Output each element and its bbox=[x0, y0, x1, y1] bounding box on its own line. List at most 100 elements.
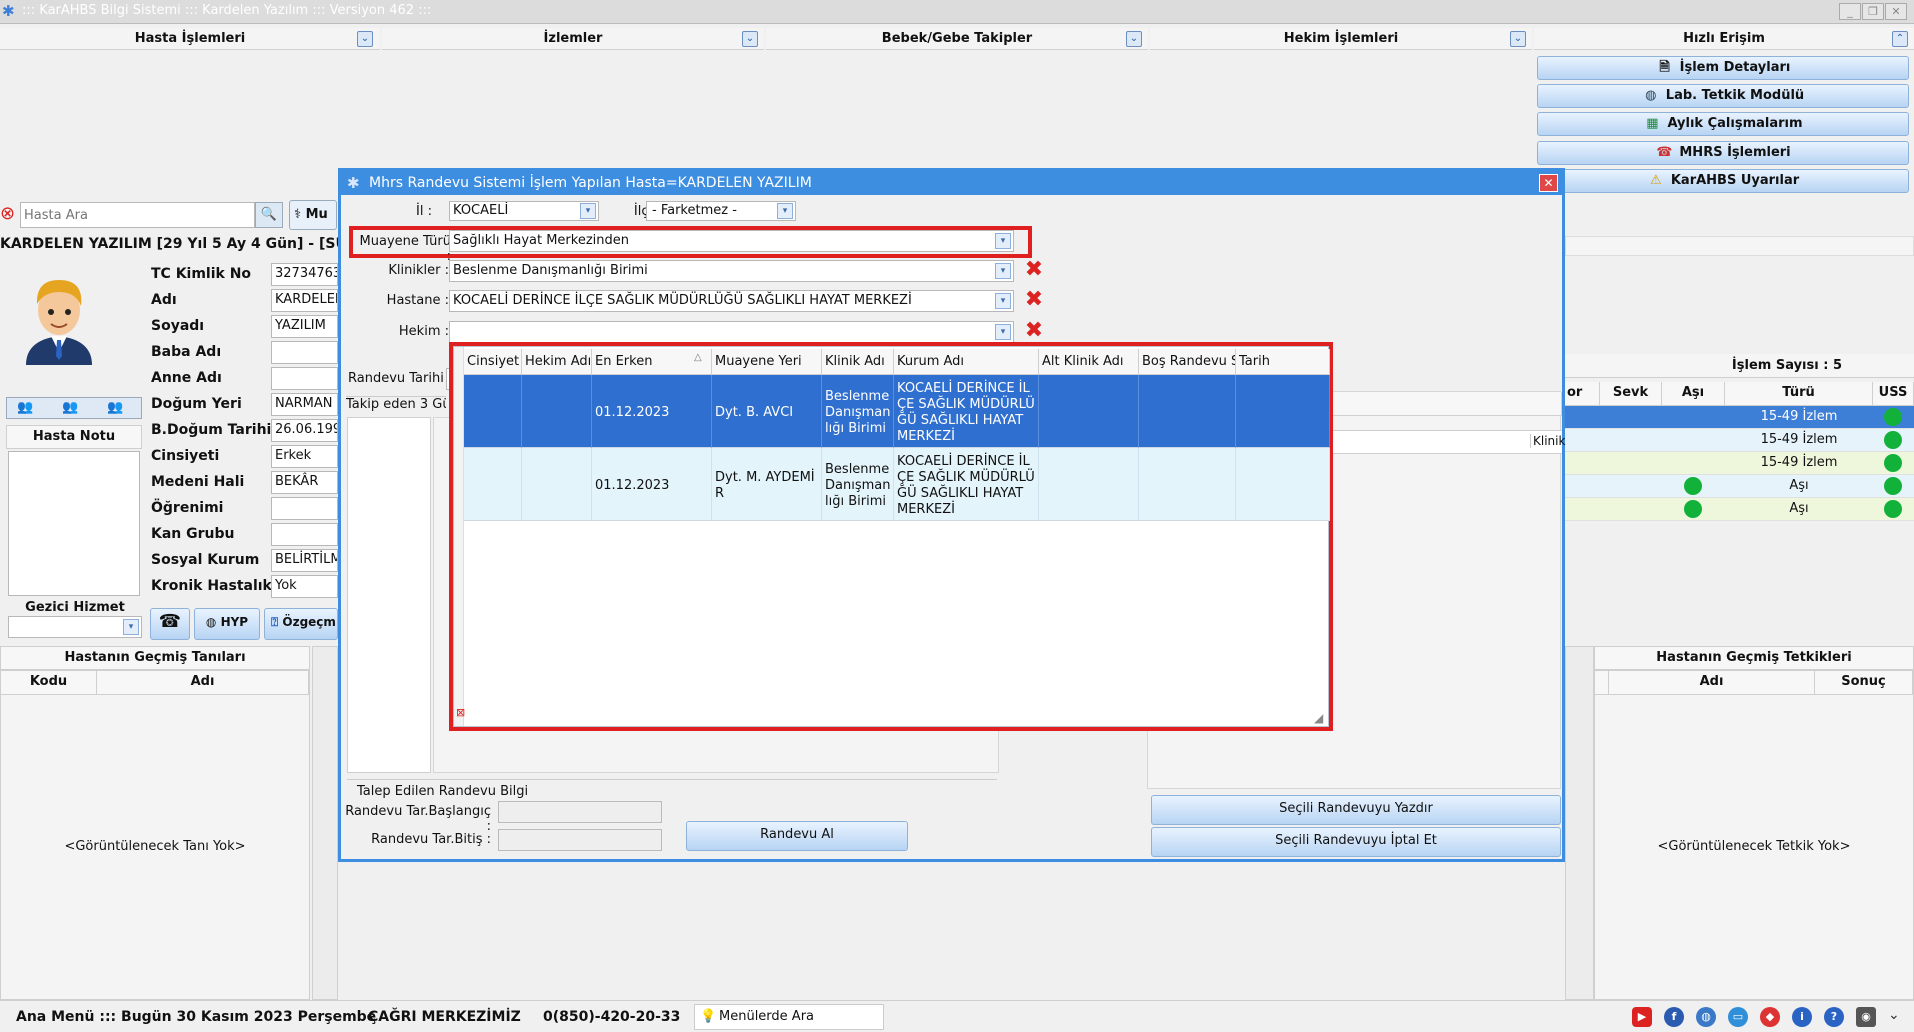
hasta-notu-textarea[interactable] bbox=[8, 451, 140, 596]
col-kodu[interactable]: Kodu bbox=[1, 671, 97, 695]
patient-field-value[interactable]: Yok bbox=[271, 575, 338, 598]
gezici-hizmet-select[interactable]: ▾ bbox=[8, 616, 142, 638]
quick-lab-tetkik-button[interactable]: ◍ Lab. Tetkik Modülü bbox=[1537, 84, 1909, 108]
patient-field-value[interactable] bbox=[271, 341, 338, 364]
col-sevk[interactable]: Sevk bbox=[1600, 382, 1662, 406]
patient-field-value[interactable] bbox=[271, 523, 338, 546]
chat-icon[interactable]: ▭ bbox=[1728, 1007, 1748, 1027]
anydesk-icon[interactable]: ◆ bbox=[1760, 1007, 1780, 1027]
col-asi[interactable]: Aşı bbox=[1662, 382, 1725, 406]
help-icon[interactable]: ? bbox=[1824, 1007, 1844, 1027]
muayene-label: Muayene Türü : bbox=[359, 234, 451, 264]
clear-hekim-icon[interactable]: ✖ bbox=[1022, 320, 1046, 344]
hyp-button[interactable]: ◍ HYP bbox=[194, 608, 260, 640]
user-delete-icon[interactable]: 👥 bbox=[107, 400, 123, 415]
patient-field-value[interactable]: BELİRTİLM bbox=[271, 549, 338, 572]
menu-hekim-islemleri[interactable]: Hekim İşlemleri bbox=[1150, 28, 1532, 50]
table-row[interactable]: 15-49 İzlem bbox=[1565, 452, 1914, 475]
ozgecmis-button[interactable]: ⍰ Özgeçm bbox=[264, 608, 338, 640]
patient-field-label: Cinsiyeti bbox=[151, 448, 220, 464]
patient-field-value[interactable]: YAZILIM bbox=[271, 315, 338, 338]
results-col-header[interactable]: Alt Klinik Adı bbox=[1039, 349, 1139, 375]
muayene-button[interactable]: ⚕ Mu bbox=[289, 200, 337, 230]
resize-grip-icon[interactable]: ◢ bbox=[1314, 712, 1326, 724]
col-or[interactable]: or bbox=[1565, 382, 1600, 406]
chevron-up-icon[interactable]: ⌃ bbox=[1892, 31, 1908, 47]
col-sonuc[interactable]: Sonuç bbox=[1815, 671, 1913, 695]
baslangic-input[interactable] bbox=[498, 801, 662, 823]
maximize-button[interactable]: ❐ bbox=[1862, 3, 1884, 20]
dialog-close-button[interactable]: ✕ bbox=[1539, 174, 1558, 192]
table-row[interactable]: 01.12.2023 Dyt. M. AYDEMİR Beslenme Danışm… bbox=[464, 448, 1330, 521]
patient-field-value[interactable]: 26.06.199 bbox=[271, 419, 338, 442]
col-adi[interactable]: Adı bbox=[1609, 671, 1815, 695]
table-row[interactable]: 01.12.2023 Dyt. B. AVCI Beslenme Danışmanl… bbox=[464, 375, 1330, 448]
menu-bebek-gebe[interactable]: Bebek/Gebe Takipler bbox=[766, 28, 1148, 50]
il-select[interactable]: KOCAELİ ▾ bbox=[449, 201, 599, 221]
results-col-header[interactable]: Muayene Yeri bbox=[712, 349, 822, 375]
menu-hizli-erisim[interactable]: Hızlı Erişim bbox=[1534, 28, 1914, 50]
hekim-select[interactable]: ▾ bbox=[449, 321, 1014, 343]
patient-field-value[interactable]: NARMAN bbox=[271, 393, 338, 416]
results-col-header[interactable]: Klinik Adı bbox=[822, 349, 894, 375]
menu-izlemler[interactable]: İzlemler bbox=[382, 28, 764, 50]
results-col-header[interactable]: Hekim Adı bbox=[522, 349, 592, 375]
search-icon[interactable]: 🔍 bbox=[255, 202, 283, 228]
quick-aylik-calismalar-button[interactable]: ▦ Aylık Çalışmalarım bbox=[1537, 112, 1909, 136]
clear-klinik-icon[interactable]: ✖ bbox=[1022, 259, 1046, 283]
results-col-header[interactable]: Kurum Adı bbox=[894, 349, 1039, 375]
klinik-select[interactable]: Beslenme Danışmanlığı Birimi ▾ bbox=[449, 260, 1014, 282]
yazdir-button[interactable]: Seçili Randevuyu Yazdır bbox=[1151, 795, 1561, 825]
col-turu[interactable]: Türü bbox=[1725, 382, 1873, 406]
clear-hastane-icon[interactable]: ✖ bbox=[1022, 289, 1046, 313]
chevron-down-icon[interactable]: ⌄ bbox=[742, 31, 758, 47]
popup-close-icon[interactable]: ⊠ bbox=[456, 707, 468, 719]
clear-search-icon[interactable]: ⊗ bbox=[0, 203, 20, 225]
info-icon[interactable]: i bbox=[1792, 1007, 1812, 1027]
youtube-icon[interactable]: ▶ bbox=[1632, 1007, 1652, 1027]
il-value: KOCAELİ bbox=[453, 203, 509, 218]
chevron-down-icon[interactable]: ⌄ bbox=[1126, 31, 1142, 47]
table-row[interactable]: Aşı bbox=[1565, 498, 1914, 521]
quick-mhrs-button[interactable]: ☎ MHRS İşlemleri bbox=[1537, 141, 1909, 165]
bitis-input[interactable] bbox=[498, 829, 662, 851]
randevu-al-button[interactable]: Randevu Al bbox=[686, 821, 908, 851]
hastane-select[interactable]: KOCAELİ DERİNCE İLÇE SAĞLIK MÜDÜRLÜĞÜ SA… bbox=[449, 290, 1014, 312]
chevron-down-icon[interactable]: ⌄ bbox=[357, 31, 373, 47]
table-row[interactable]: 15-49 İzlem bbox=[1565, 406, 1914, 429]
patient-field-value[interactable]: 327347630 bbox=[271, 263, 338, 286]
call-button[interactable]: ☎ bbox=[150, 608, 190, 640]
status-bar: Ana Menü ::: Bugün 30 Kasım 2023 Perşemb… bbox=[0, 1000, 1914, 1032]
table-cell: Dyt. B. AVCI bbox=[712, 375, 822, 448]
user-search-icon[interactable]: 👥 bbox=[17, 400, 33, 415]
ilce-select[interactable]: - Farketmez - ▾ bbox=[646, 201, 796, 221]
menu-hasta-islemleri[interactable]: Hasta İşlemleri bbox=[0, 28, 380, 50]
patient-search-input[interactable] bbox=[20, 202, 255, 228]
col-uss[interactable]: USS bbox=[1873, 382, 1914, 406]
results-col-header[interactable]: Cinsiyet bbox=[464, 349, 522, 375]
results-col-header[interactable]: Tarih bbox=[1236, 349, 1330, 375]
patient-field-value[interactable]: Erkek bbox=[271, 445, 338, 468]
camera-icon[interactable]: ◉ bbox=[1856, 1007, 1876, 1027]
iptal-button[interactable]: Seçili Randevuyu İptal Et bbox=[1151, 827, 1561, 857]
quick-uyarilar-button[interactable]: ⚠ KarAHBS Uyarılar bbox=[1537, 169, 1909, 193]
takip-list[interactable] bbox=[347, 417, 431, 773]
patient-field-value[interactable]: BEKÂR bbox=[271, 471, 338, 494]
table-row[interactable]: Aşı bbox=[1565, 475, 1914, 498]
globe-icon[interactable]: ◍ bbox=[1696, 1007, 1716, 1027]
muayene-select[interactable]: Sağlıklı Hayat Merkezinden ▾ bbox=[449, 230, 1014, 252]
user-edit-icon[interactable]: 👥 bbox=[62, 400, 78, 415]
facebook-icon[interactable]: f bbox=[1664, 1007, 1684, 1027]
col-adi[interactable]: Adı bbox=[97, 671, 309, 695]
patient-field-value[interactable] bbox=[271, 497, 338, 520]
patient-field-value[interactable] bbox=[271, 367, 338, 390]
chevron-down-icon[interactable]: ⌄ bbox=[1510, 31, 1526, 47]
quick-islem-detaylari-button[interactable]: 🗎 İşlem Detayları bbox=[1537, 56, 1909, 80]
minimize-button[interactable]: _ bbox=[1839, 3, 1861, 20]
results-col-header[interactable]: Boş Randevu S bbox=[1139, 349, 1236, 375]
chevron-down-icon[interactable]: ⌄ bbox=[1888, 1007, 1900, 1023]
close-window-button[interactable]: ✕ bbox=[1885, 3, 1907, 20]
menu-search-input[interactable]: 💡 Menülerde Ara bbox=[694, 1004, 884, 1030]
patient-field-value[interactable]: KARDELEN bbox=[271, 289, 338, 312]
table-row[interactable]: 15-49 İzlem bbox=[1565, 429, 1914, 452]
